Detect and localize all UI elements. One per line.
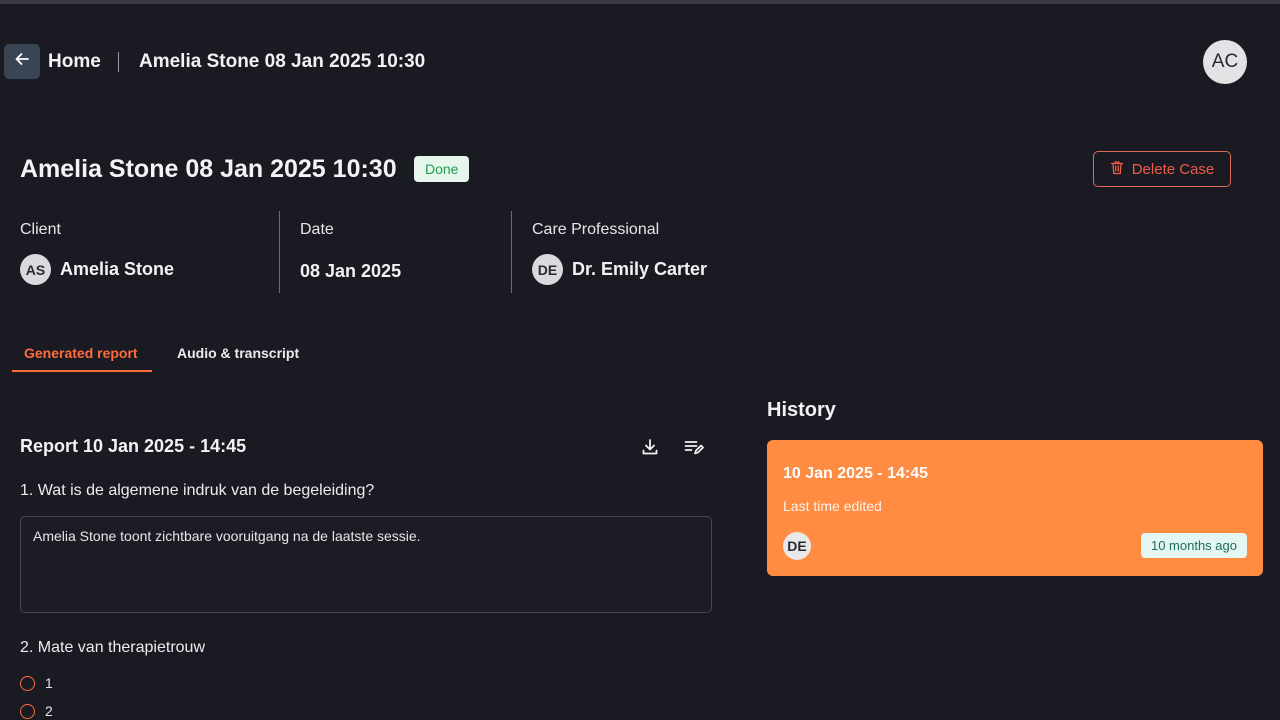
care-professional-avatar-initials: DE	[537, 261, 558, 278]
info-divider	[511, 211, 512, 293]
info-divider	[279, 211, 280, 293]
care-professional-avatar: DE	[532, 254, 563, 285]
tab-audio-transcript[interactable]: Audio & transcript	[177, 345, 299, 361]
window-top-strip	[0, 0, 1280, 4]
date-label: Date	[300, 221, 334, 238]
radio-option-label: 1	[45, 675, 53, 691]
breadcrumb-divider	[118, 52, 119, 72]
page-title: Amelia Stone 08 Jan 2025 10:30	[20, 155, 397, 183]
breadcrumb-home-link[interactable]: Home	[48, 51, 101, 73]
answer-textarea[interactable]: Amelia Stone toont zichtbare vooruitgang…	[20, 516, 712, 613]
client-avatar-initials: AS	[25, 261, 46, 278]
delete-case-label: Delete Case	[1131, 160, 1215, 178]
history-card-avatar-initials: DE	[787, 538, 807, 554]
client-label: Client	[20, 221, 61, 238]
user-avatar[interactable]: AC	[1203, 40, 1247, 84]
radio-option-label: 2	[45, 703, 53, 719]
status-badge: Done	[414, 156, 470, 182]
radio-button[interactable]	[20, 703, 35, 719]
back-button[interactable]	[4, 44, 40, 79]
question-label: 1. Wat is de algemene indruk van de bege…	[20, 482, 375, 499]
question-label: 2. Mate van therapietrouw	[20, 639, 205, 656]
download-icon[interactable]	[639, 436, 661, 458]
tab-generated-report[interactable]: Generated report	[24, 345, 138, 361]
radio-button[interactable]	[20, 675, 35, 691]
user-avatar-initials: AC	[1211, 51, 1239, 72]
date-value: 08 Jan 2025	[300, 261, 402, 281]
client-name: Amelia Stone	[60, 259, 175, 279]
history-card-title: 10 Jan 2025 - 14:45	[783, 465, 928, 482]
history-title: History	[767, 399, 836, 421]
edit-list-icon[interactable]	[683, 436, 705, 458]
active-tab-indicator	[12, 370, 152, 372]
history-card-subtitle: Last time edited	[783, 498, 882, 514]
breadcrumb-current: Amelia Stone 08 Jan 2025 10:30	[139, 51, 426, 72]
delete-case-button[interactable]: Delete Case	[1093, 151, 1231, 187]
radio-option[interactable]: 1	[20, 675, 53, 691]
history-card-avatar: DE	[783, 532, 811, 560]
radio-option[interactable]: 2	[20, 703, 53, 719]
report-title: Report 10 Jan 2025 - 14:45	[20, 436, 247, 456]
history-card-time-badge: 10 months ago	[1140, 533, 1247, 558]
care-professional-name: Dr. Emily Carter	[572, 259, 708, 279]
client-avatar: AS	[20, 254, 51, 285]
arrow-left-icon	[13, 50, 31, 73]
trash-icon	[1110, 160, 1124, 179]
care-professional-label: Care Professional	[532, 221, 660, 238]
history-card[interactable]: 10 Jan 2025 - 14:45 Last time edited DE …	[767, 440, 1263, 576]
